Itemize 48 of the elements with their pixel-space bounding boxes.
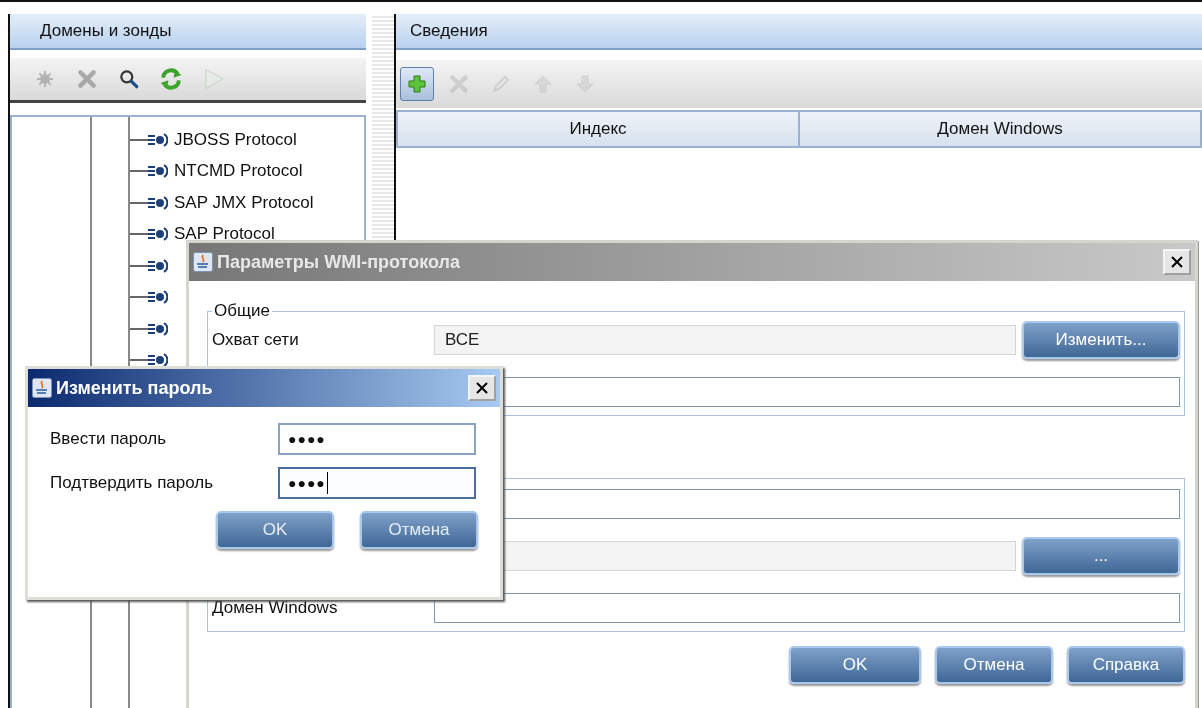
field-label: Охват сети [212, 330, 299, 349]
protocol-icon [148, 194, 168, 211]
protocol-icon [148, 257, 168, 274]
dialog-title: Параметры WMI-протокола [217, 251, 461, 273]
pencil-icon [491, 74, 511, 94]
up-arrow-icon [533, 74, 553, 94]
password-field[interactable]: ●●●● [278, 467, 476, 499]
browse-button[interactable]: ... [1022, 537, 1180, 575]
dialog-title: Изменить пароль [56, 377, 214, 399]
tree-item[interactable]: NTCMD Protocol [174, 161, 303, 182]
refresh-icon [158, 66, 184, 92]
app-icon [32, 378, 52, 398]
dialog-button[interactable]: Отмена [935, 646, 1053, 684]
gear-icon [35, 69, 55, 89]
delete-icon [448, 73, 470, 95]
field-label: Ввести пароль [50, 429, 168, 449]
dialog-button[interactable]: Справка [1067, 646, 1185, 684]
protocol-icon [148, 352, 168, 369]
app-icon [193, 252, 213, 272]
close-button[interactable] [1163, 249, 1191, 275]
plus-icon [407, 74, 427, 94]
protocol-icon [148, 289, 168, 306]
password-field[interactable]: ●●●● [278, 423, 476, 455]
down-arrow-icon [575, 74, 595, 94]
tree-item[interactable]: JBOSS Protocol [174, 129, 297, 150]
column-header[interactable]: Индекс [398, 112, 800, 146]
protocol-icon [148, 226, 168, 243]
protocol-icon [148, 320, 168, 337]
close-icon [476, 382, 488, 394]
change-button[interactable]: Изменить... [1022, 321, 1180, 359]
group-title: Общие [213, 301, 271, 321]
search-icon [118, 68, 140, 90]
tree-item[interactable]: SAP Protocol [174, 224, 275, 245]
panel-header: Сведения [396, 14, 1202, 50]
protocol-icon [148, 131, 168, 148]
close-button[interactable] [468, 375, 496, 401]
protocol-icon [148, 163, 168, 180]
column-header[interactable]: Домен Windows [800, 112, 1200, 146]
dialog-button[interactable]: OK [789, 646, 921, 684]
add-button[interactable] [400, 67, 434, 101]
field-label: Домен Windows [212, 598, 338, 617]
field-label: Подтвердить пароль [50, 473, 215, 493]
input-field[interactable] [434, 593, 1180, 623]
delete-icon [76, 68, 98, 90]
panel-header: Домены и зонды [10, 14, 366, 50]
tree-item[interactable]: SAP JMX Protocol [174, 192, 314, 213]
input-field[interactable]: ВСЕ [434, 325, 1016, 355]
close-icon [1171, 256, 1183, 268]
